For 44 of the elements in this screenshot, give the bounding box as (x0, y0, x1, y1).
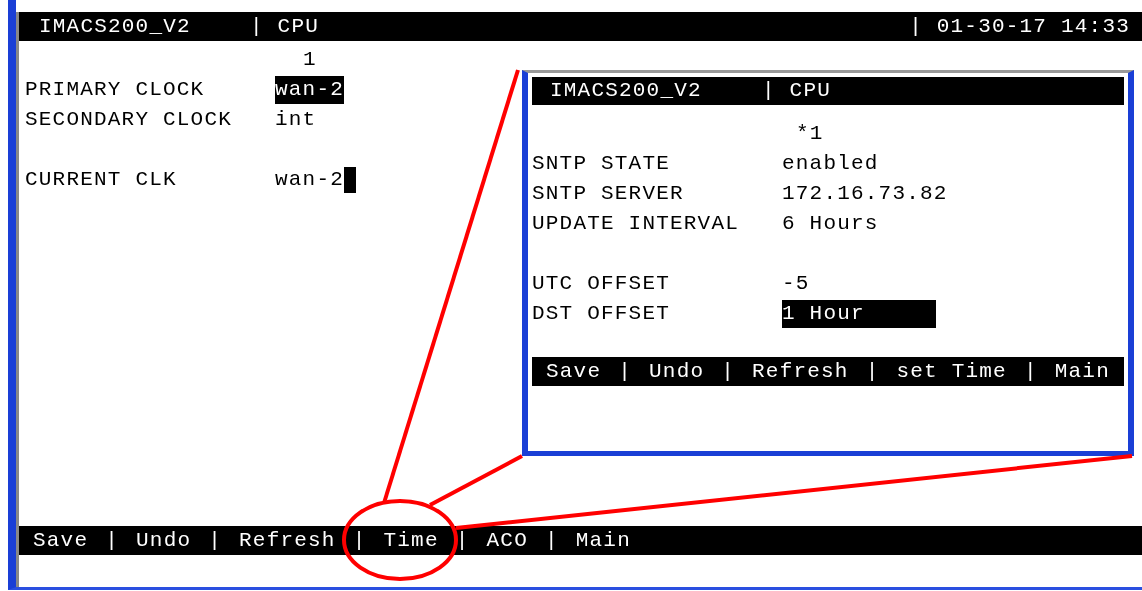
menu-item[interactable]: Main (1054, 355, 1110, 388)
field-label: SNTP SERVER (532, 181, 685, 208)
field-label: PRIMARY CLOCK (25, 77, 206, 104)
field-label: SECONDARY CLOCK (25, 107, 234, 134)
menu-item[interactable]: Refresh (239, 524, 336, 557)
menu-item[interactable]: ACO (486, 524, 528, 557)
menu-separator: | (720, 358, 737, 385)
menu-item[interactable]: Refresh (752, 355, 849, 388)
field-value[interactable]: -5 (782, 270, 810, 298)
field-label: UPDATE INTERVAL (532, 211, 741, 238)
field-value[interactable]: 1 Hour (782, 300, 936, 328)
field-label: CURRENT CLK (25, 167, 178, 194)
menu-item[interactable]: Undo (649, 355, 705, 388)
menu-separator: | (207, 527, 224, 554)
module-name: | CPU (762, 78, 831, 105)
system-name: IMACS200_V2 (39, 13, 192, 40)
field-value[interactable]: 172.16.73.82 (782, 180, 948, 208)
field-label: UTC OFFSET (532, 271, 672, 298)
field-value[interactable]: 6 Hours (782, 210, 879, 238)
field-label: DST OFFSET (532, 301, 672, 328)
menu-separator: | (864, 358, 881, 385)
module-name: | CPU (250, 13, 319, 40)
field-value[interactable]: wan-2 (275, 166, 344, 194)
menu-separator: | (351, 527, 368, 554)
menu-separator: | (104, 527, 121, 554)
menu-item[interactable]: Time (383, 524, 439, 557)
field-value[interactable]: wan-2 (275, 76, 344, 104)
menu-item[interactable]: Save (546, 355, 602, 388)
field-value[interactable]: int (275, 106, 317, 134)
menu-separator: | (454, 527, 471, 554)
column-header: *1 (795, 120, 824, 147)
menu-separator: | (543, 527, 560, 554)
menu-item[interactable]: Main (575, 524, 631, 557)
menu-item[interactable]: Save (33, 524, 89, 557)
text-cursor (344, 167, 356, 193)
menu-separator: | (617, 358, 634, 385)
field-label: SNTP STATE (532, 151, 672, 178)
menu-item[interactable]: set Time (896, 355, 1007, 388)
column-header: 1 (302, 46, 317, 73)
menu-separator: | (1022, 358, 1039, 385)
menu-item[interactable]: Undo (136, 524, 192, 557)
date-time: | 01-30-17 14:33 (909, 13, 1130, 40)
system-name: IMACS200_V2 (550, 78, 703, 105)
field-value[interactable]: enabled (782, 150, 879, 178)
